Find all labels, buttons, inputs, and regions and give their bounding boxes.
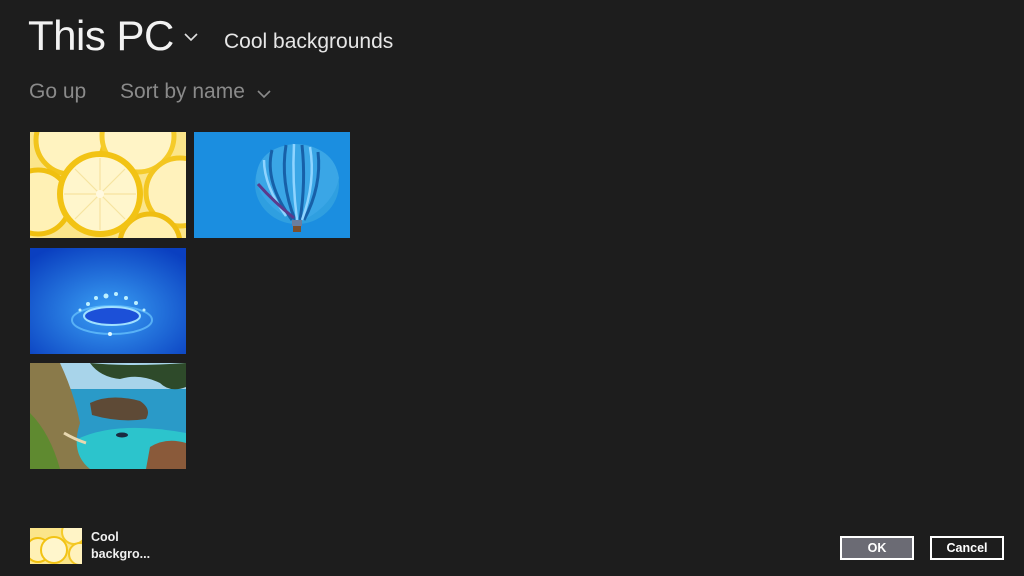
current-folder-name: Cool backgrounds [224,30,394,53]
water-drop-image [30,248,186,354]
ok-button[interactable]: OK [840,536,914,560]
lemon-image [30,132,186,238]
location-picker[interactable]: This PC [28,8,174,64]
file-tile-coast[interactable] [30,363,186,469]
file-tile-water-drop[interactable] [30,248,186,354]
chevron-down-icon[interactable] [256,88,272,100]
balloon-image [194,132,350,238]
file-tile-lemons[interactable] [30,132,186,238]
chevron-down-icon[interactable] [183,30,199,44]
cancel-button[interactable]: Cancel [930,536,1004,560]
coast-image [30,363,186,469]
selected-file-thumbnail [30,528,82,564]
selected-file-name: Cool backgro... [91,530,151,561]
go-up-button[interactable]: Go up [29,78,86,106]
sort-dropdown[interactable]: Sort by name [120,78,245,106]
file-tile-balloon[interactable] [194,132,350,238]
